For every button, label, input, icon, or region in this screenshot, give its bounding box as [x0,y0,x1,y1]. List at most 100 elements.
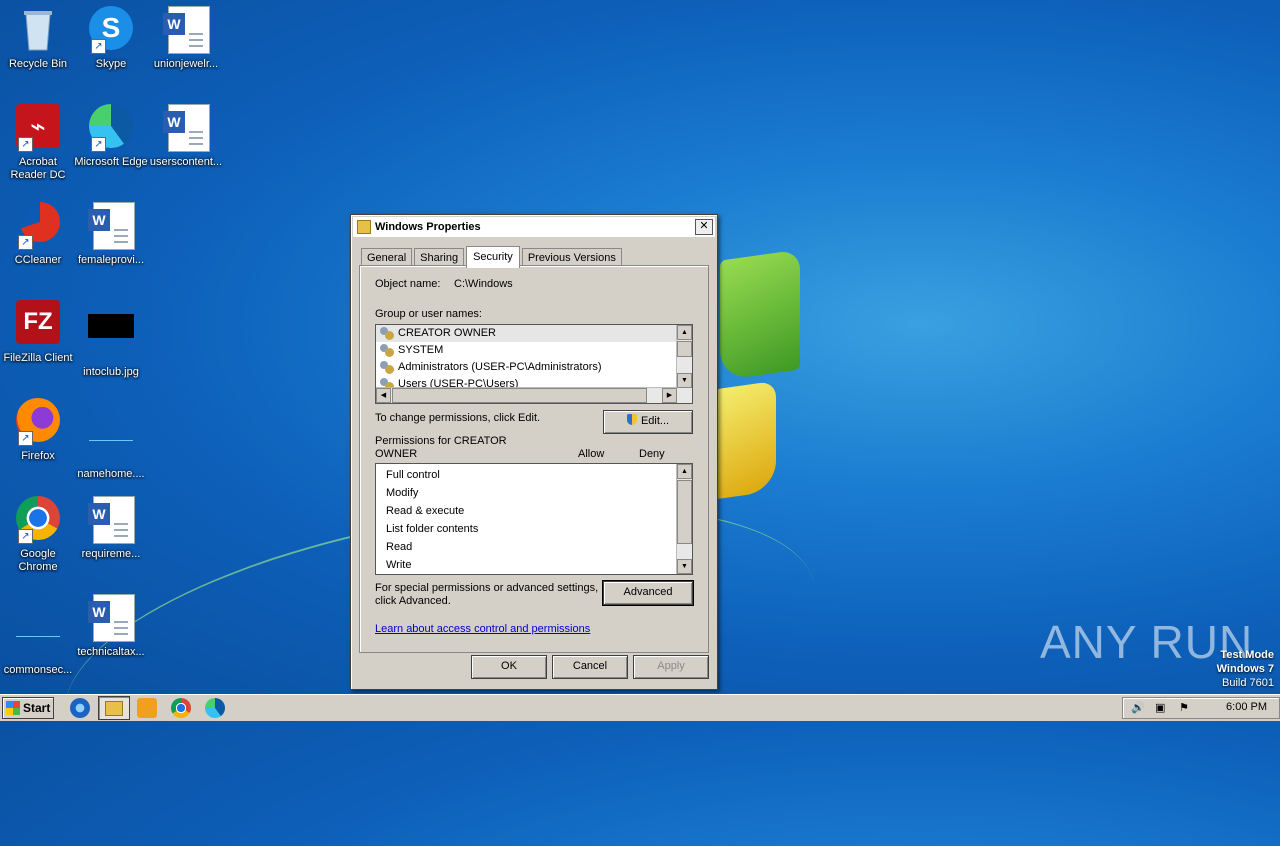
media-player-icon[interactable] [137,698,157,718]
word-document-icon [87,496,135,544]
volume-icon[interactable]: 🔊 [1131,702,1145,714]
desktop-icon-femaleprovi[interactable]: femaleprovi... [73,202,149,267]
desktop-icon-intoclub[interactable]: intoclub.jpg [73,300,149,379]
test-mode-line1: Test Mode [1220,649,1274,661]
desktop-icon-label: femaleprovi... [77,254,145,266]
desktop-icon-label: FileZilla Client [3,352,73,364]
word-document-icon [162,104,210,152]
desktop-icon-label: Skype [95,58,127,70]
skype-icon: S ↗ [87,6,135,54]
desktop-icon-technicaltax[interactable]: technicaltax... [73,594,149,659]
network-icon[interactable]: ▣ [1155,702,1167,714]
chrome-icon[interactable] [171,698,191,718]
learn-more-link[interactable]: Learn about access control and permissio… [375,623,590,635]
start-button[interactable]: Start [2,697,54,719]
group-label: Group or user names: [375,308,482,320]
desktop-icon-label: commonsec... [3,664,73,676]
desktop-icon-label: technicaltax... [77,646,145,658]
desktop-icon-skype[interactable]: S ↗ Skype [73,6,149,71]
test-mode-line3: Build 7601 [1222,677,1274,689]
ok-button[interactable]: OK [471,655,547,679]
wallpaper-green-flag [720,249,800,381]
scroll-up-arrow-icon[interactable]: ▲ [677,325,692,340]
users-icon [380,327,394,340]
recycle-bin-icon [14,6,62,54]
scroll-up-arrow-icon[interactable]: ▲ [677,464,692,479]
desktop-icon-label: Microsoft Edge [74,156,148,168]
blank-file-icon [87,416,135,464]
users-icon [380,344,394,357]
scroll-thumb[interactable] [677,480,692,544]
filezilla-icon: FZ [14,300,62,348]
folder-icon [357,220,371,234]
action-center-flag-icon[interactable]: ⚑ [1179,702,1191,714]
permissions-list[interactable]: Full control Modify Read & execute List … [375,463,693,575]
group-item[interactable]: SYSTEM [376,342,692,359]
windows-logo-icon [6,701,20,715]
group-list-hscroll[interactable]: ◀ ▶ [376,387,677,403]
permission-item: Read & execute [386,504,465,517]
taskbar-explorer-button[interactable] [98,696,130,720]
desktop-icon-requireme[interactable]: requireme... [73,496,149,561]
scroll-thumb[interactable] [677,341,692,357]
scroll-left-arrow-icon[interactable]: ◀ [376,388,391,403]
desktop-icon-label: unionjewelr... [153,58,219,70]
group-list-vscroll[interactable]: ▲ ▼ [676,325,692,403]
word-document-icon [87,202,135,250]
hscroll-thumb[interactable] [392,388,647,403]
properties-dialog: Windows Properties ✕ General Sharing Sec… [350,214,718,690]
group-item[interactable]: Administrators (USER-PC\Administrators) [376,359,692,376]
word-document-icon [87,594,135,642]
edge-icon[interactable] [205,698,225,718]
desktop-icon-ccleaner[interactable]: ↗ CCleaner [0,202,76,267]
desktop-icon-acrobat[interactable]: ⌁ ↗ Acrobat Reader DC [0,104,76,182]
edit-button[interactable]: Edit... [603,410,693,434]
ccleaner-icon: ↗ [14,202,62,250]
scroll-down-arrow-icon[interactable]: ▼ [677,373,692,388]
shield-icon [626,414,637,425]
cancel-button[interactable]: Cancel [552,655,628,679]
desktop-icon-namehome[interactable]: namehome.... [73,398,149,481]
permission-item: Read [386,540,413,553]
group-item[interactable]: CREATOR OWNER [376,325,692,342]
desktop-icon-unionjewelr[interactable]: unionjewelr... [148,6,224,71]
desktop-icon-filezilla[interactable]: FZ FileZilla Client [0,300,76,365]
tab-security[interactable]: Security [466,246,520,268]
advanced-button[interactable]: Advanced [602,580,694,606]
close-button[interactable]: ✕ [695,219,713,235]
clock[interactable]: 6:00 PM [1226,701,1267,713]
internet-explorer-icon[interactable] [70,698,90,718]
users-icon [380,361,394,374]
permissions-vscroll[interactable]: ▲ ▼ [676,464,692,574]
desktop-icon-label: Acrobat Reader DC [10,156,66,181]
group-list[interactable]: CREATOR OWNER SYSTEM Administrators (USE… [375,324,693,404]
permission-item: Full control [386,468,440,481]
permission-item: List folder contents [386,522,479,535]
test-mode-watermark: Test Mode Windows 7 Build 7601 [1217,648,1274,690]
edge-icon: ↗ [87,104,135,152]
scroll-down-arrow-icon[interactable]: ▼ [677,559,692,574]
desktop-icon-label: Firefox [21,450,55,462]
desktop-icon-commonsec[interactable]: commonsec... [0,594,76,677]
scroll-right-arrow-icon[interactable]: ▶ [662,388,677,403]
taskbar: Start 🔊 ▣ ⚑ 6:00 PM [0,694,1280,721]
firefox-icon: ↗ [14,398,62,446]
apply-button[interactable]: Apply [633,655,709,679]
desktop-icon-edge[interactable]: ↗ Microsoft Edge [73,104,149,169]
permission-item: Write [386,558,412,571]
desktop-icon-label: Recycle Bin [8,58,68,70]
permission-item: Modify [386,486,419,499]
desktop-icon-chrome[interactable]: ↗ Google Chrome [0,496,76,574]
test-mode-line2: Windows 7 [1216,663,1274,675]
desktop-icon-userscontent[interactable]: userscontent... [148,104,224,169]
wallpaper-yellow-flag [716,380,776,500]
change-permissions-text: To change permissions, click Edit. [375,412,541,424]
special-permissions-line1: For special permissions or advanced sett… [375,582,599,594]
desktop-icon-recycle-bin[interactable]: Recycle Bin [0,6,76,71]
desktop-icon-label: namehome.... [77,468,145,480]
desktop-icon-label: intoclub.jpg [83,366,139,378]
tab-strip: General Sharing Security Previous Versio… [361,245,624,268]
desktop-icon-label: userscontent... [149,156,223,168]
desktop-icon-firefox[interactable]: ↗ Firefox [0,398,76,463]
dialog-titlebar[interactable]: Windows Properties ✕ [353,217,715,237]
